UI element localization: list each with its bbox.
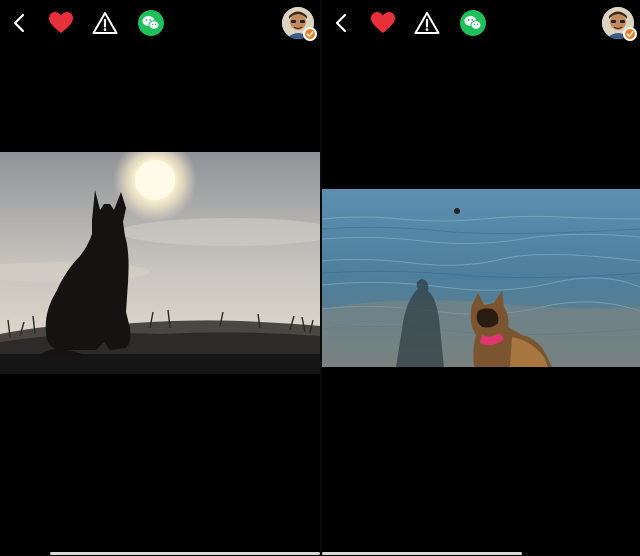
report-button[interactable] — [412, 8, 442, 38]
back-icon — [335, 13, 347, 33]
heart-icon — [49, 12, 73, 33]
home-indicator — [50, 552, 320, 555]
video-player[interactable] — [0, 152, 320, 374]
check-icon — [626, 31, 634, 37]
wechat-icon — [460, 10, 486, 36]
wechat-share-button[interactable] — [458, 8, 488, 38]
like-button[interactable] — [368, 8, 398, 38]
user-avatar[interactable] — [282, 7, 317, 41]
video-player[interactable] — [322, 189, 640, 367]
back-button[interactable] — [327, 8, 357, 38]
wechat-share-button[interactable] — [136, 8, 166, 38]
report-button[interactable] — [90, 8, 120, 38]
home-indicator — [322, 552, 522, 555]
video-frame-dog-sunrise — [0, 152, 320, 374]
check-icon — [306, 31, 314, 37]
user-avatar[interactable] — [602, 7, 637, 41]
like-button[interactable] — [46, 8, 76, 38]
warning-icon — [414, 12, 440, 34]
wechat-icon — [138, 10, 164, 36]
back-button[interactable] — [5, 8, 35, 38]
verified-badge — [623, 27, 637, 41]
video-frame-dog-lake — [322, 189, 640, 367]
top-toolbar — [0, 0, 320, 46]
video-panel-left — [0, 0, 320, 556]
back-icon — [13, 13, 25, 33]
warning-icon — [92, 12, 118, 34]
heart-icon — [371, 12, 395, 33]
top-toolbar — [322, 0, 640, 46]
video-panel-right — [322, 0, 640, 556]
verified-badge — [303, 27, 317, 41]
